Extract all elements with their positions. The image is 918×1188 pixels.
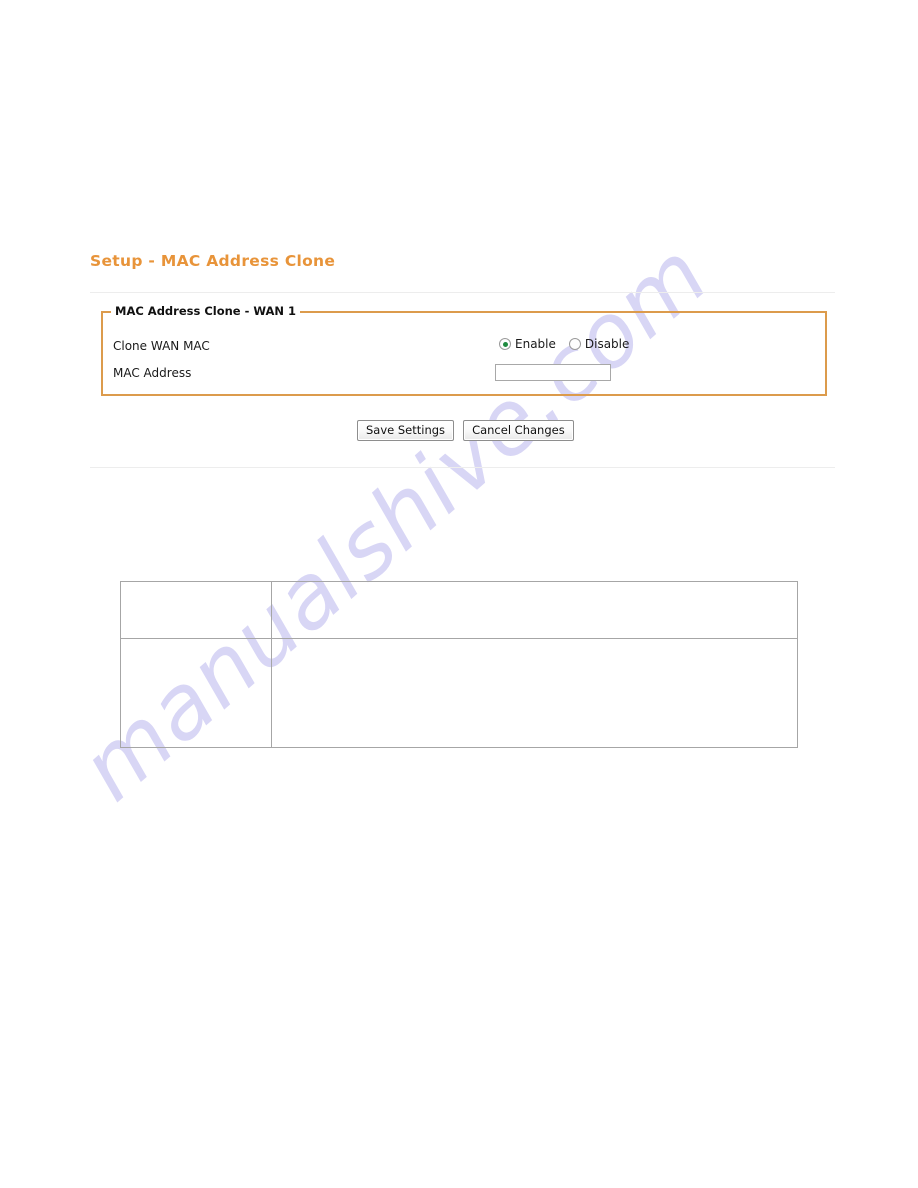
table-row: [120, 581, 798, 639]
page-content: Setup - MAC Address Clone MAC Address Cl…: [0, 0, 918, 1188]
mac-address-clone-panel: MAC Address Clone - WAN 1 Clone WAN MAC …: [101, 304, 827, 396]
radio-disable-icon[interactable]: [568, 338, 581, 350]
form-actions: Save Settings Cancel Changes: [357, 420, 574, 441]
table-cell-key: [120, 581, 272, 639]
table-cell-value: [271, 638, 798, 748]
radio-disable-label: Disable: [584, 337, 630, 351]
radio-option-disable[interactable]: Disable: [568, 337, 630, 351]
radio-enable-icon[interactable]: [499, 338, 511, 350]
table-cell-value: [271, 581, 798, 639]
clone-wan-mac-label: Clone WAN MAC: [113, 339, 210, 353]
mac-address-input[interactable]: [495, 364, 611, 381]
radio-option-enable[interactable]: Enable: [499, 337, 556, 351]
cancel-changes-button[interactable]: Cancel Changes: [463, 420, 574, 441]
description-table: [120, 581, 798, 748]
divider-top: [90, 292, 835, 293]
table-cell-key: [120, 638, 272, 748]
page-title: Setup - MAC Address Clone: [90, 252, 336, 270]
radio-enable-label: Enable: [515, 337, 556, 351]
clone-wan-mac-radio-group: Enable Disable: [499, 337, 629, 351]
panel-legend: MAC Address Clone - WAN 1: [111, 304, 301, 318]
save-settings-button[interactable]: Save Settings: [357, 420, 455, 441]
table-row: [120, 638, 798, 748]
mac-address-label: MAC Address: [113, 366, 192, 380]
divider-bottom: [90, 467, 835, 468]
